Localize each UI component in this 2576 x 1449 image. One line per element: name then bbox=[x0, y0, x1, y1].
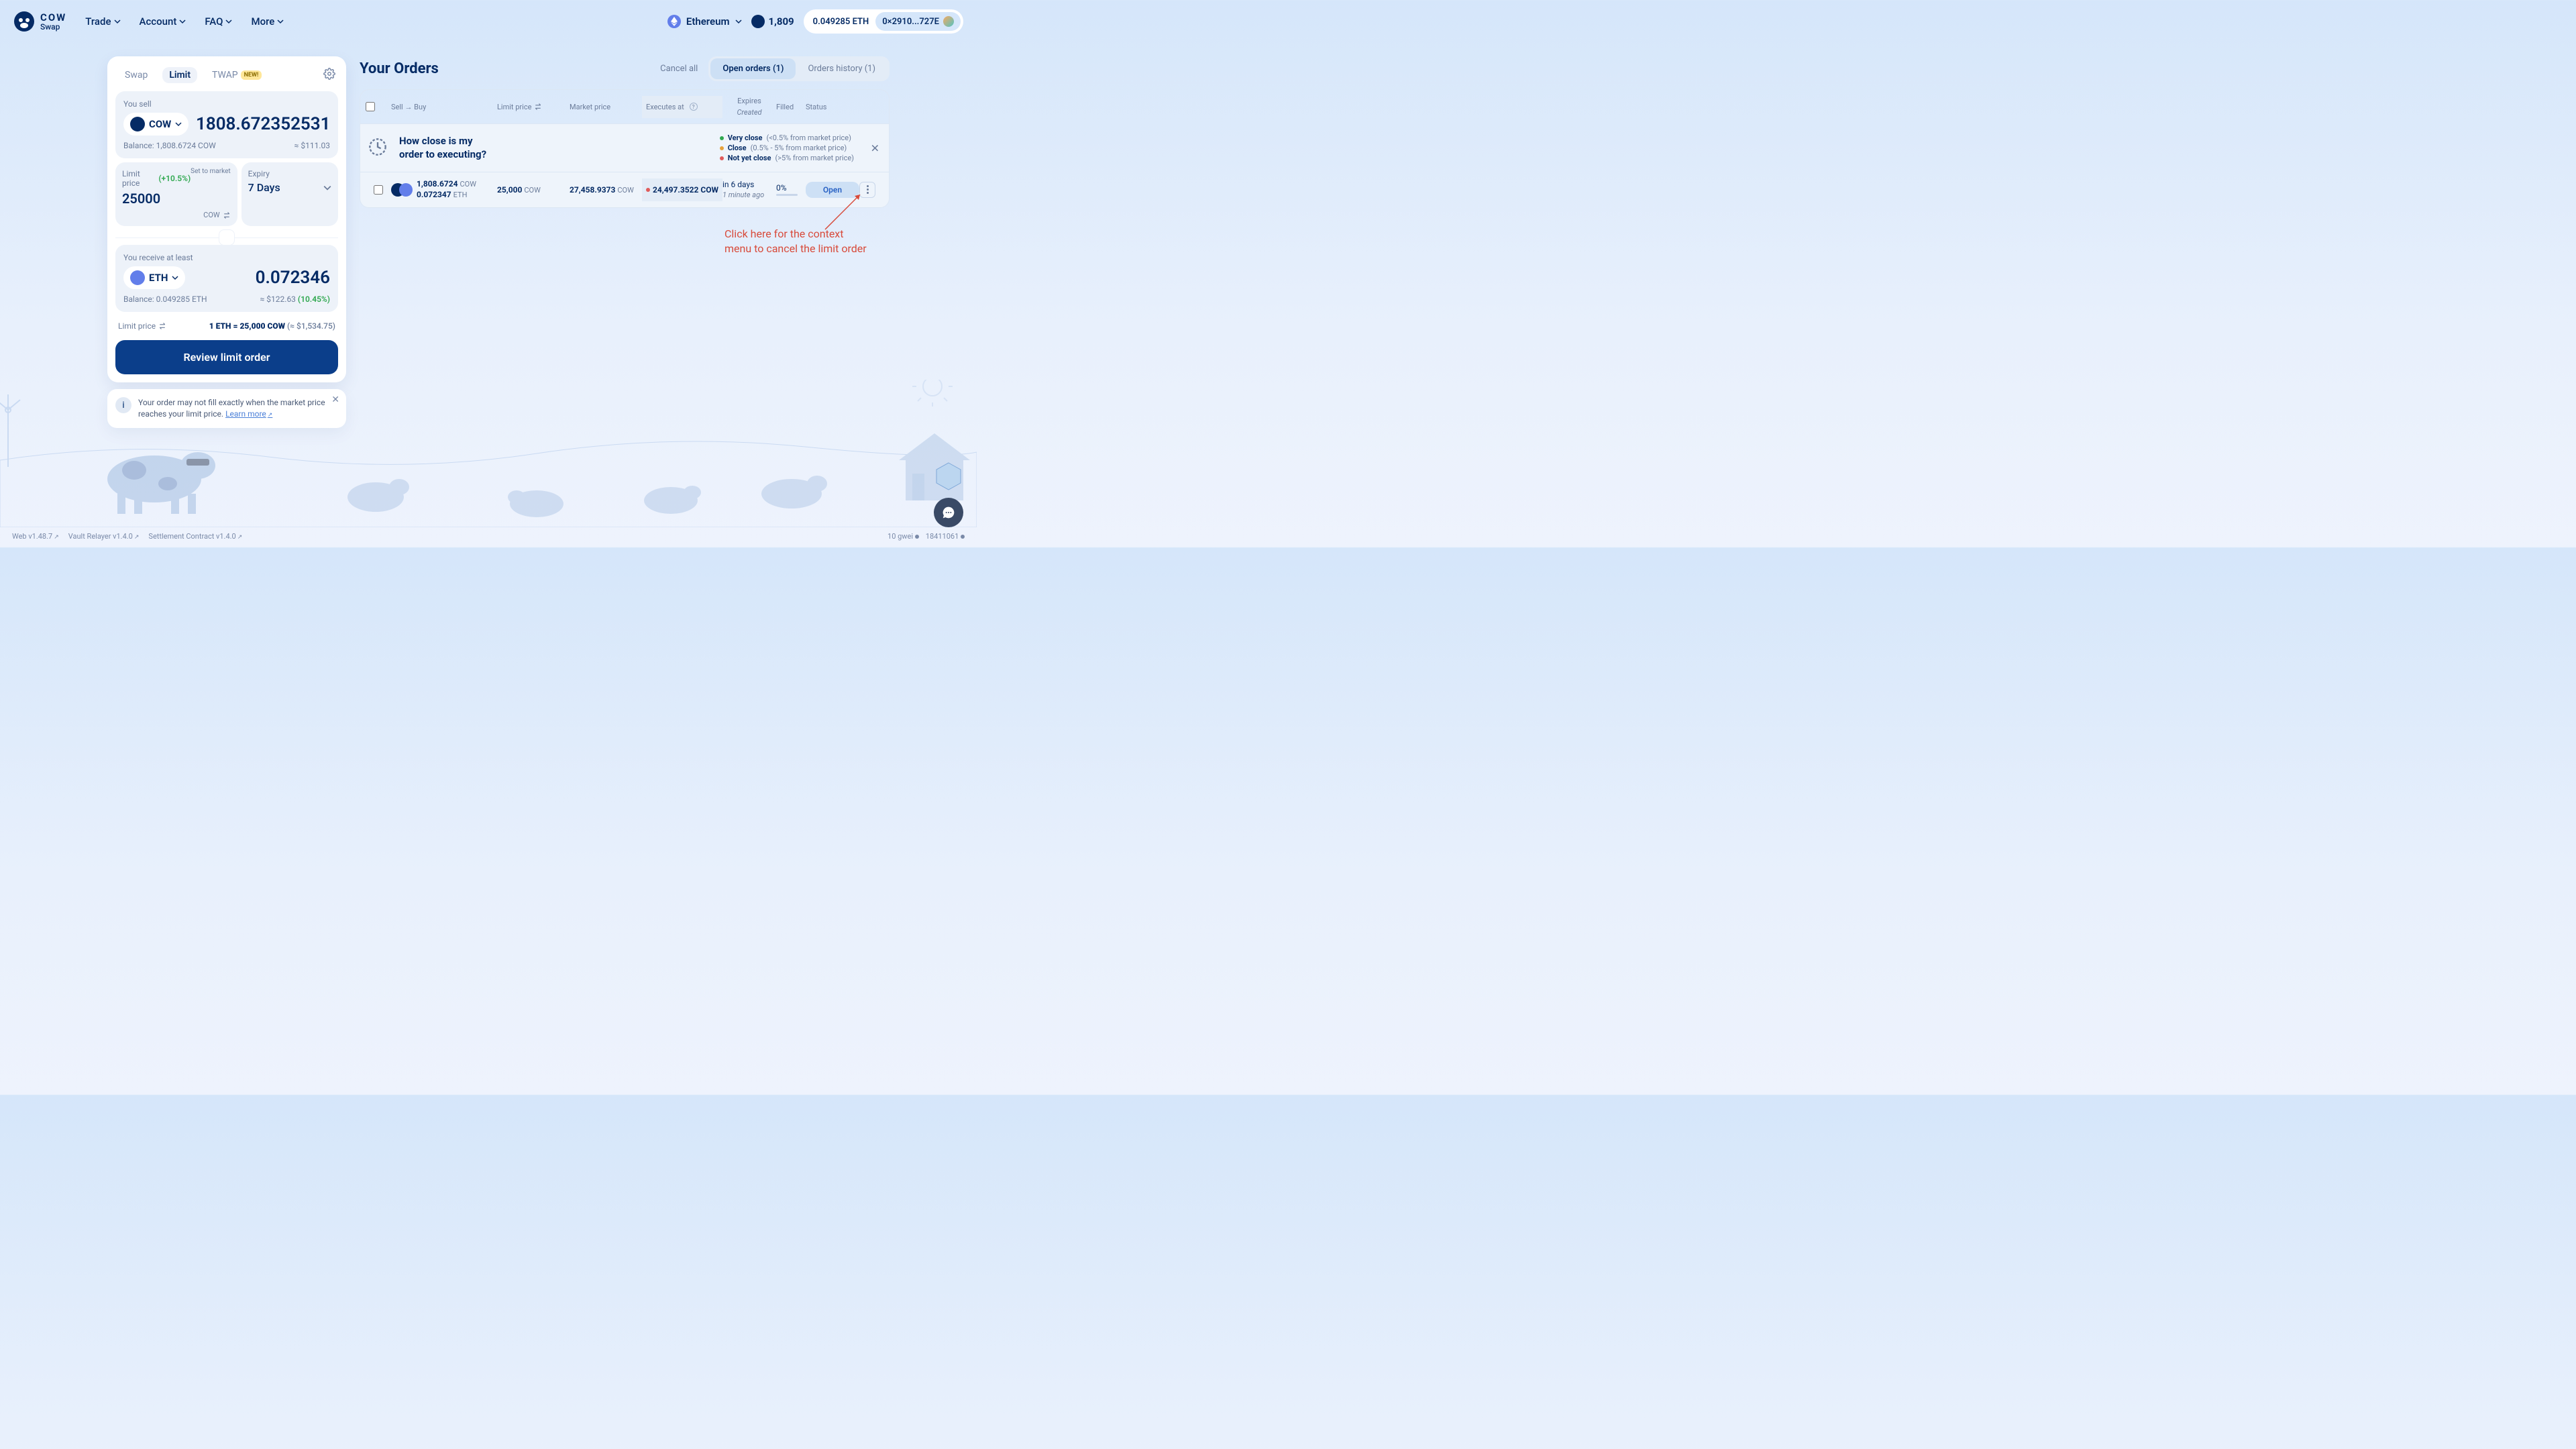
receive-usd: ≈ $122.63 bbox=[260, 294, 296, 304]
cancel-all-button[interactable]: Cancel all bbox=[660, 64, 698, 74]
logo[interactable]: COWSwap bbox=[13, 11, 66, 32]
receive-pct: (10.45%) bbox=[298, 294, 330, 304]
footer-settlement-version[interactable]: Settlement Contract v1.4.0↗ bbox=[148, 532, 242, 541]
sell-balance[interactable]: Balance: 1,808.6724 COW bbox=[123, 141, 216, 150]
limit-summary-value: 1 ETH = 25,000 COW (≈ $1,534.75) bbox=[209, 321, 335, 331]
ethereum-icon bbox=[667, 15, 681, 28]
review-limit-order-button[interactable]: Review limit order bbox=[115, 340, 338, 374]
tab-limit[interactable]: Limit bbox=[162, 67, 197, 83]
gas-price[interactable]: 10 gwei bbox=[888, 532, 919, 541]
block-number[interactable]: 18411061 bbox=[926, 532, 965, 541]
swap-icon[interactable] bbox=[158, 322, 166, 330]
swap-direction-button[interactable] bbox=[219, 229, 235, 246]
nav-trade[interactable]: Trade bbox=[85, 15, 120, 28]
th-limit[interactable]: Limit price bbox=[497, 103, 570, 111]
tab-twap[interactable]: TWAPNEW! bbox=[205, 67, 268, 83]
clock-icon bbox=[368, 138, 387, 159]
select-all-checkbox[interactable] bbox=[366, 102, 375, 111]
expiry-cell: in 6 days1 minute ago bbox=[722, 180, 776, 200]
nav-account[interactable]: Account bbox=[140, 15, 186, 28]
receive-balance: Balance: 0.049285 ETH bbox=[123, 294, 207, 304]
fortune-cookie-button[interactable] bbox=[934, 462, 963, 491]
cow-icon bbox=[130, 117, 145, 131]
order-row: 1,808.6724 COW 0.072347 ETH 25,000 COW 2… bbox=[360, 172, 889, 207]
swap-icon bbox=[223, 211, 231, 219]
network-selector[interactable]: Ethereum bbox=[667, 15, 742, 28]
chevron-down-icon bbox=[114, 18, 121, 25]
tab-orders-history[interactable]: Orders history (1) bbox=[796, 58, 888, 79]
info-card: i Your order may not fill exactly when t… bbox=[107, 389, 346, 428]
new-badge: NEW! bbox=[241, 70, 262, 80]
chevron-down-icon bbox=[735, 18, 742, 25]
limit-price-input[interactable]: 25000 bbox=[122, 191, 231, 207]
tab-open-orders[interactable]: Open orders (1) bbox=[710, 58, 796, 79]
sell-token-selector[interactable]: COW bbox=[123, 113, 189, 136]
nav-faq[interactable]: FAQ bbox=[205, 15, 232, 28]
sell-usd: ≈ $111.03 bbox=[294, 141, 330, 150]
nav-more[interactable]: More bbox=[251, 15, 284, 28]
token-pair-icon bbox=[391, 183, 413, 197]
th-filled: Filled bbox=[776, 103, 806, 111]
orders-title: Your Orders bbox=[360, 60, 439, 77]
legend-list: Very close(<0.5% from market price) Clos… bbox=[720, 133, 854, 162]
order-checkbox[interactable] bbox=[374, 185, 383, 195]
sell-label: You sell bbox=[123, 99, 330, 109]
limit-pct: (+10.5%) bbox=[158, 174, 191, 183]
close-legend-button[interactable]: ✕ bbox=[871, 142, 879, 154]
filled-cell: 0% bbox=[776, 183, 806, 196]
limit-price-label: Limit price bbox=[122, 169, 156, 188]
wallet-button[interactable]: 0.049285 ETH 0×2910...727E bbox=[804, 9, 963, 34]
chevron-down-icon bbox=[172, 274, 178, 281]
swap-panel: Swap Limit TWAPNEW! You sell COW 1808.67… bbox=[107, 56, 346, 382]
cow-balance[interactable]: 1,809 bbox=[751, 15, 794, 28]
limit-currency-toggle[interactable]: COW bbox=[203, 211, 231, 219]
annotation-text: Click here for the contextmenu to cancel… bbox=[724, 227, 867, 257]
chevron-down-icon bbox=[225, 18, 232, 25]
expiry-selector[interactable]: 7 Days bbox=[248, 181, 280, 194]
close-info-button[interactable]: ✕ bbox=[331, 394, 339, 405]
cow-icon bbox=[751, 15, 765, 28]
limit-price-cell: 25,000 COW bbox=[497, 185, 570, 195]
th-status: Status bbox=[806, 103, 859, 111]
chevron-down-icon bbox=[323, 184, 331, 192]
th-market: Market price bbox=[570, 103, 642, 111]
help-icon: ? bbox=[690, 103, 698, 111]
chevron-down-icon bbox=[179, 18, 186, 25]
learn-more-link[interactable]: Learn more↗ bbox=[225, 409, 272, 419]
eth-icon bbox=[130, 270, 145, 285]
tab-swap[interactable]: Swap bbox=[118, 67, 154, 83]
set-to-market-button[interactable]: Set to market bbox=[191, 168, 231, 175]
th-executes[interactable]: Executes at ? bbox=[642, 96, 722, 118]
executes-at-cell: 24,497.3522 COW bbox=[642, 178, 722, 201]
swap-icon bbox=[534, 103, 542, 111]
market-price-cell: 27,458.9373 COW bbox=[570, 185, 642, 195]
expiry-label: Expiry bbox=[248, 169, 331, 178]
info-icon: i bbox=[115, 397, 131, 413]
receive-amount: 0.072346 bbox=[256, 268, 330, 288]
chevron-down-icon bbox=[175, 121, 182, 127]
wallet-avatar-icon bbox=[943, 16, 954, 27]
sell-amount-input[interactable]: 1808.67235253152... bbox=[196, 114, 330, 134]
th-created: Created bbox=[737, 108, 761, 117]
receive-token-selector[interactable]: ETH bbox=[123, 266, 185, 289]
footer-vault-version[interactable]: Vault Relayer v1.4.0↗ bbox=[68, 532, 140, 541]
legend-question: How close is myorder to executing? bbox=[399, 135, 486, 161]
chat-button[interactable] bbox=[934, 498, 963, 527]
footer-web-version[interactable]: Web v1.48.7↗ bbox=[12, 532, 59, 541]
th-sellbuy: Sell → Buy bbox=[391, 103, 497, 111]
th-expires: Expires bbox=[737, 97, 761, 105]
receive-label: You receive at least bbox=[123, 253, 330, 262]
limit-summary-label: Limit price bbox=[118, 321, 166, 331]
settings-button[interactable] bbox=[323, 68, 335, 83]
chevron-down-icon bbox=[277, 18, 284, 25]
